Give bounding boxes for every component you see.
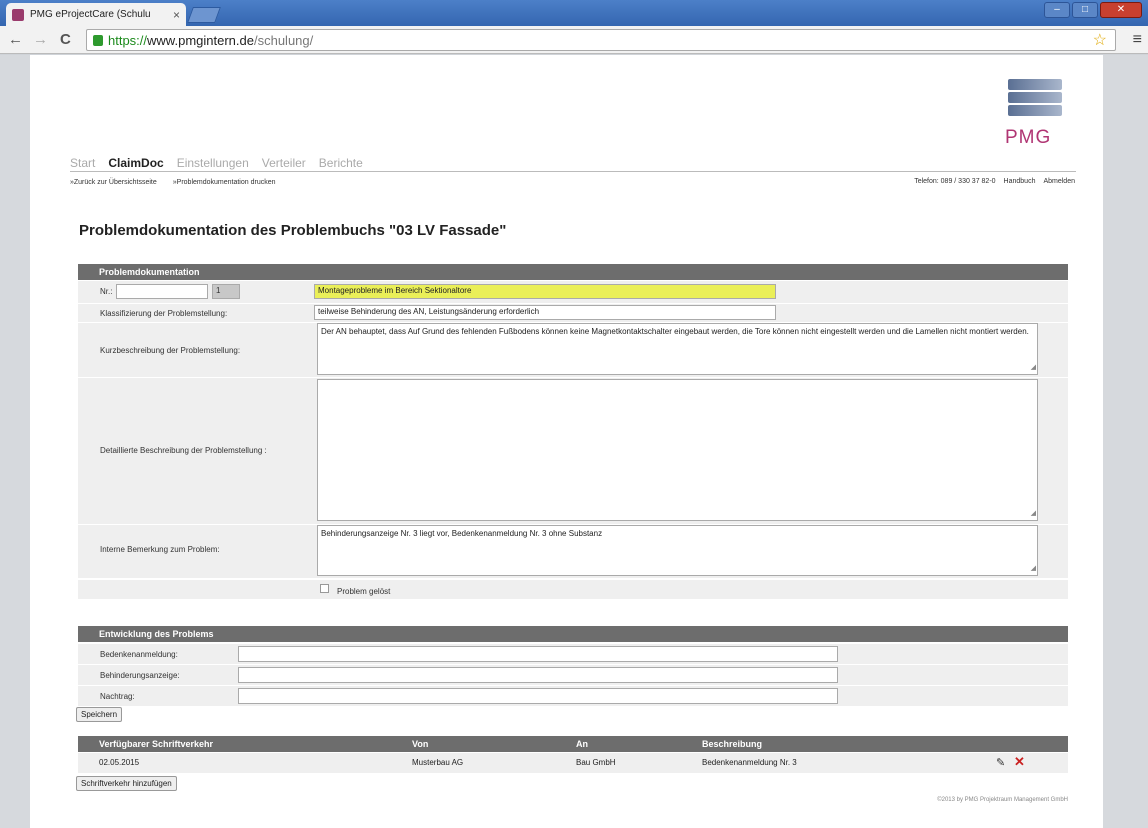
url-path: /schulung/ bbox=[253, 32, 314, 48]
cell-from: Musterbau AG bbox=[412, 758, 464, 767]
nr-label: Nr.: bbox=[100, 287, 113, 296]
short-description-textarea[interactable]: Der AN behauptet, dass Auf Grund des feh… bbox=[317, 323, 1038, 375]
save-button[interactable]: Speichern bbox=[76, 707, 123, 722]
col-header-correspondence: Verfügbarer Schriftverkehr bbox=[99, 739, 214, 749]
browser-titlebar: PMG eProjectCare (Schulu × – □ ✕ bbox=[0, 0, 1148, 26]
window-controls: – □ ✕ bbox=[1044, 2, 1142, 18]
new-tab-button[interactable] bbox=[187, 7, 221, 23]
back-to-overview-link[interactable]: »Zurück zur Übersichtsseite bbox=[70, 179, 157, 186]
cell-date: 02.05.2015 bbox=[99, 758, 140, 767]
back-arrow-icon[interactable]: ← bbox=[8, 31, 23, 48]
main-nav: Start ClaimDoc Einstellungen Verteiler Beric… bbox=[70, 156, 363, 170]
nav-item-einstellungen[interactable]: Einstellungen bbox=[177, 156, 249, 170]
viewport: PMG Start ClaimDoc Einstellungen Verteiler B… bbox=[0, 55, 1148, 828]
row-detail-description: Detaillierte Beschreibung der Problemste… bbox=[78, 378, 1068, 524]
table-row: 02.05.2015 Musterbau AG Bau GmbH Bedenke… bbox=[78, 753, 1068, 773]
cell-description: Bedenkenanmeldung Nr. 3 bbox=[702, 758, 797, 767]
edit-pencil-icon[interactable]: ✎ bbox=[996, 756, 1005, 769]
section-problemdoku-header: Problemdokumentation bbox=[78, 264, 1068, 280]
nav-item-berichte[interactable]: Berichte bbox=[319, 156, 363, 170]
menu-icon[interactable]: ≡ bbox=[1133, 31, 1142, 49]
development-row: Nachtrag: bbox=[78, 686, 1068, 706]
resize-grip-icon[interactable]: ◢ bbox=[1031, 362, 1036, 373]
row-nr: Nr.: 1 Montageprobleme im Bereich Sektio… bbox=[78, 281, 1068, 303]
nav-item-claimdoc[interactable]: ClaimDoc bbox=[108, 156, 163, 170]
section-development-header: Entwicklung des Problems bbox=[78, 626, 1068, 642]
row-short-description: Kurzbeschreibung der Problemstellung: De… bbox=[78, 323, 1068, 377]
tab-title: PMG eProjectCare (Schulu bbox=[30, 9, 151, 20]
page: PMG Start ClaimDoc Einstellungen Verteiler B… bbox=[30, 55, 1103, 828]
development-field-input[interactable] bbox=[238, 667, 838, 683]
browser-tab[interactable]: PMG eProjectCare (Schulu × bbox=[6, 3, 186, 26]
reload-icon[interactable]: C bbox=[60, 31, 71, 48]
col-header-to: An bbox=[576, 739, 588, 749]
bookmark-star-icon[interactable]: ☆ bbox=[1093, 30, 1107, 52]
problem-solved-checkbox[interactable] bbox=[320, 584, 329, 593]
classification-label: Klassifizierung der Problemstellung: bbox=[100, 309, 228, 318]
resize-grip-icon[interactable]: ◢ bbox=[1031, 563, 1036, 574]
print-link[interactable]: »Problemdokumentation drucken bbox=[173, 179, 276, 186]
row-solved: Problem gelöst bbox=[78, 580, 1068, 599]
nav-divider bbox=[70, 171, 1076, 172]
development-field-label: Behinderungsanzeige: bbox=[100, 671, 180, 680]
short-description-text: Der AN behauptet, dass Auf Grund des feh… bbox=[321, 327, 1029, 336]
col-header-from: Von bbox=[412, 739, 429, 749]
row-internal-note: Interne Bemerkung zum Problem: Behinderu… bbox=[78, 525, 1068, 578]
nr-suffix: 1 bbox=[212, 284, 240, 299]
manual-link[interactable]: Handbuch bbox=[1004, 178, 1036, 185]
logo-text: PMG bbox=[1005, 127, 1052, 148]
page-title: Problemdokumentation des Problembuchs "0… bbox=[79, 222, 507, 239]
internal-note-label: Interne Bemerkung zum Problem: bbox=[100, 545, 220, 554]
detail-description-textarea[interactable]: ◢ bbox=[317, 379, 1038, 521]
development-row: Behinderungsanzeige: bbox=[78, 665, 1068, 685]
development-field-input[interactable] bbox=[238, 688, 838, 704]
nav-item-verteiler[interactable]: Verteiler bbox=[262, 156, 306, 170]
tab-close-icon[interactable]: × bbox=[173, 8, 180, 22]
classification-input[interactable]: teilweise Behinderung des AN, Leistungsä… bbox=[314, 305, 776, 320]
internal-note-text: Behinderungsanzeige Nr. 3 liegt vor, Bed… bbox=[321, 529, 603, 538]
meta-nav: Telefon: 089 / 330 37 82-0 Handbuch Abme… bbox=[914, 178, 1075, 185]
url-host: www.pmgintern.de bbox=[147, 32, 254, 48]
row-classification: Klassifizierung der Problemstellung: tei… bbox=[78, 304, 1068, 322]
lock-icon bbox=[93, 34, 103, 46]
short-description-label: Kurzbeschreibung der Problemstellung: bbox=[100, 346, 241, 355]
minimize-icon[interactable]: – bbox=[1044, 2, 1070, 18]
development-field-label: Nachtrag: bbox=[100, 692, 135, 701]
maximize-icon[interactable]: □ bbox=[1072, 2, 1098, 18]
correspondence-table-header: Verfügbarer Schriftverkehr Von An Beschr… bbox=[78, 736, 1068, 752]
problem-solved-label: Problem gelöst bbox=[337, 587, 391, 596]
problem-title-input[interactable]: Montageprobleme im Bereich Sektionaltore bbox=[314, 284, 776, 299]
development-row: Bedenkenanmeldung: bbox=[78, 644, 1068, 664]
sub-nav: »Zurück zur Übersichtsseite »Problemdoku… bbox=[70, 179, 276, 186]
pmg-logo: PMG bbox=[1002, 77, 1066, 149]
resize-grip-icon[interactable]: ◢ bbox=[1031, 508, 1036, 519]
col-header-description: Beschreibung bbox=[702, 739, 763, 749]
address-bar[interactable]: https:// www.pmgintern.de /schulung/ ☆ bbox=[86, 29, 1116, 51]
nav-item-start[interactable]: Start bbox=[70, 156, 95, 170]
logout-link[interactable]: Abmelden bbox=[1043, 178, 1075, 185]
development-field-input[interactable] bbox=[238, 646, 838, 662]
internal-note-textarea[interactable]: Behinderungsanzeige Nr. 3 liegt vor, Bed… bbox=[317, 525, 1038, 576]
add-correspondence-button[interactable]: Schriftverkehr hinzufügen bbox=[76, 776, 177, 791]
footer-copyright: ©2013 by PMG Projektraum Management GmbH bbox=[937, 797, 1068, 803]
forward-arrow-icon[interactable]: → bbox=[33, 31, 48, 48]
browser-toolbar: ← → C https:// www.pmgintern.de /schulun… bbox=[0, 26, 1148, 54]
nr-input[interactable] bbox=[116, 284, 208, 299]
detail-description-label: Detaillierte Beschreibung der Problemste… bbox=[100, 446, 267, 455]
phone-text: Telefon: 089 / 330 37 82-0 bbox=[914, 178, 996, 185]
delete-icon[interactable]: ✕ bbox=[1014, 754, 1025, 770]
close-window-icon[interactable]: ✕ bbox=[1100, 2, 1142, 18]
cell-to: Bau GmbH bbox=[576, 758, 616, 767]
url-scheme: https:// bbox=[108, 32, 148, 48]
favicon-icon bbox=[12, 8, 24, 21]
development-field-label: Bedenkenanmeldung: bbox=[100, 650, 178, 659]
